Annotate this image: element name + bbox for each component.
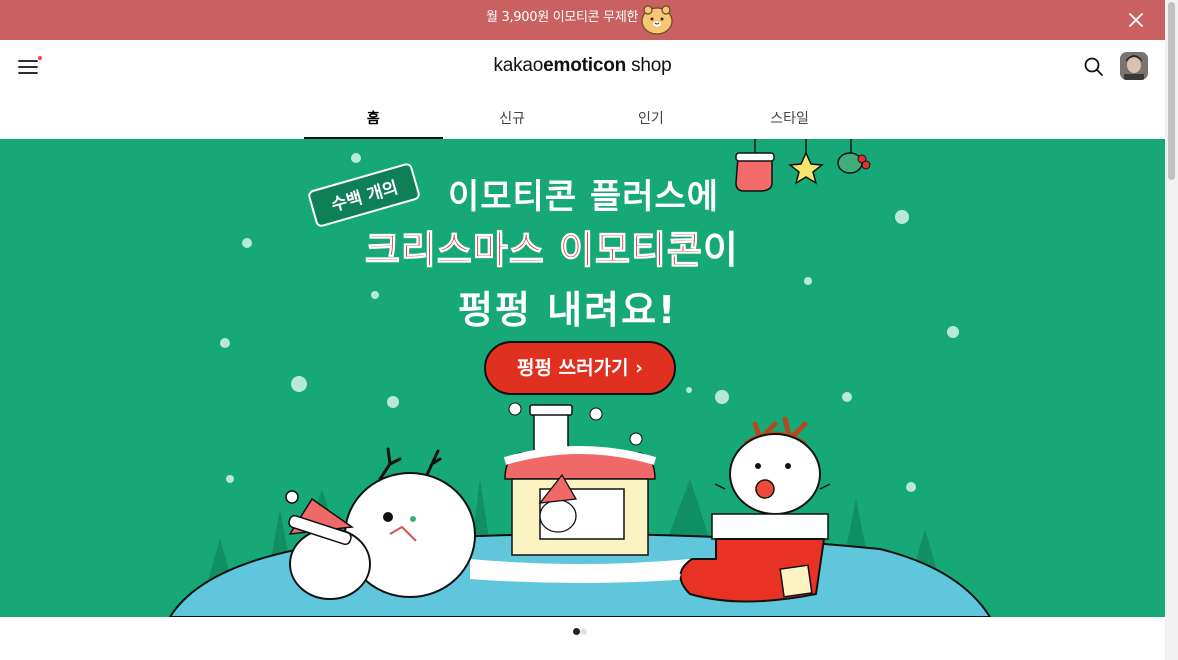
carousel-pagination (573, 628, 587, 635)
hero-headline-3: 펑펑 내려요! (458, 288, 678, 332)
hero-headline-2-red: 크리스마스 이모티콘 (365, 228, 703, 273)
pagination-dot-active[interactable] (573, 628, 580, 635)
tab-style[interactable]: 스타일 (720, 94, 859, 139)
search-icon[interactable] (1082, 55, 1106, 79)
site-header: kakaoemoticon shop (0, 40, 1165, 94)
hero-headline-2-white: 이 (702, 228, 739, 272)
logo-kakao: kakao (493, 55, 544, 76)
logo-emoticon: emoticon (543, 55, 627, 76)
logo-shop: shop (626, 55, 672, 76)
page-scrollbar[interactable] (1165, 0, 1178, 660)
scrollbar-thumb[interactable] (1168, 2, 1175, 180)
user-avatar[interactable] (1120, 52, 1148, 80)
avatar-image (1120, 52, 1148, 80)
hero-headline-2: 크리스마스 이모티콘이 (365, 219, 739, 274)
hamster-mascot-icon (641, 5, 673, 35)
promo-banner[interactable]: 월 3,900원 이모티콘 무제한 (0, 0, 1165, 40)
tab-home[interactable]: 홈 (304, 94, 443, 139)
main-tabs: 홈 신규 인기 스타일 (304, 94, 859, 139)
close-icon[interactable] (1124, 8, 1148, 32)
hero-headline-1: 이모티콘 플러스에 (448, 177, 720, 217)
hero-banner[interactable]: 수백 개의 이모티콘 플러스에 크리스마스 이모티콘이 펑펑 내려요! 펑펑 쓰… (0, 139, 1165, 617)
promo-text[interactable]: 월 3,900원 이모티콘 무제한 (486, 10, 638, 26)
hero-cta-button[interactable]: 펑펑 쓰러가기 › (484, 341, 676, 395)
site-logo[interactable]: kakaoemoticon shop (0, 55, 1165, 77)
tab-popular[interactable]: 인기 (582, 94, 721, 139)
pagination-dot[interactable] (580, 628, 587, 635)
tab-new[interactable]: 신규 (443, 94, 582, 139)
